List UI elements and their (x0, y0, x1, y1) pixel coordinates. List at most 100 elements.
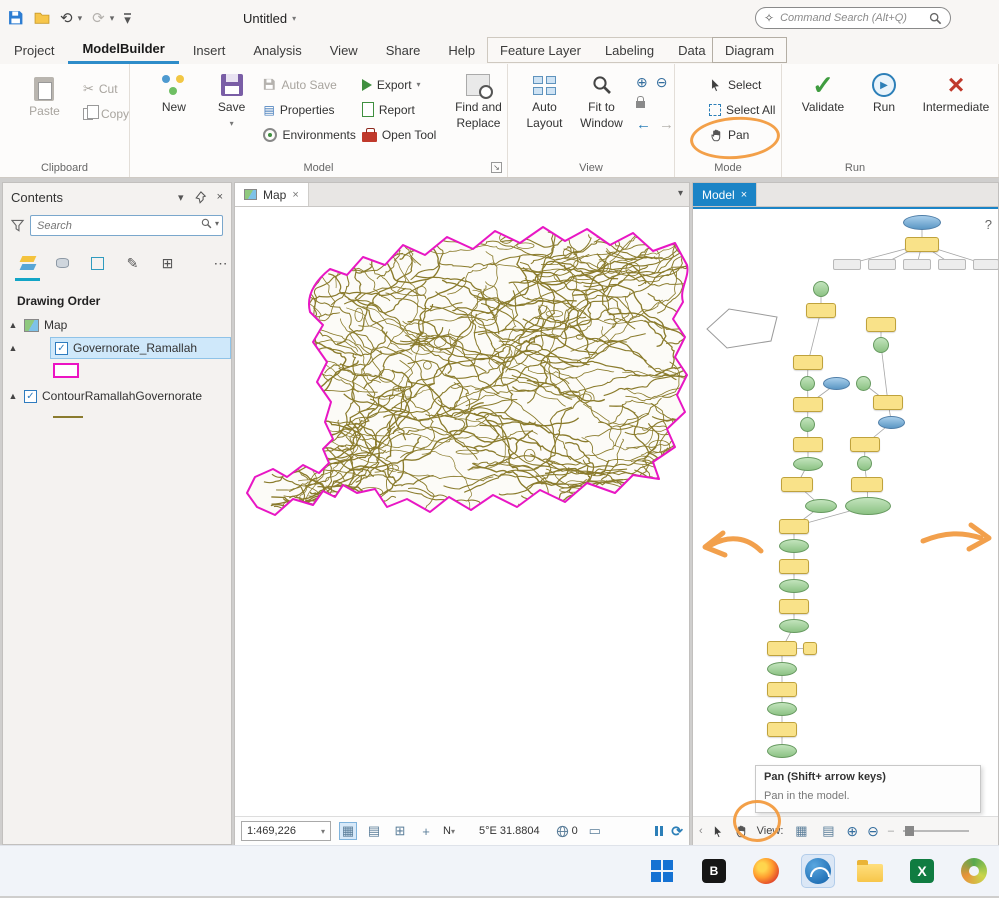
tab-labeling[interactable]: Labeling (593, 43, 666, 58)
contents-chevron-icon[interactable]: ▾ (178, 191, 184, 204)
copy-button[interactable]: Copy (82, 101, 129, 126)
tab-data[interactable]: Data (666, 43, 717, 58)
tab-analysis[interactable]: Analysis (239, 36, 315, 64)
model-node[interactable] (823, 377, 850, 390)
layer-checkbox-governorate[interactable]: ✓ (55, 341, 68, 355)
list-by-selection-icon[interactable] (87, 252, 108, 274)
undo-chevron-icon[interactable]: ▾ (78, 13, 83, 24)
scale-select[interactable]: 1:469,226 ▾ (241, 821, 331, 841)
properties-button[interactable]: ▤ Properties (263, 97, 355, 122)
model-node[interactable] (850, 437, 880, 452)
model-node[interactable] (866, 317, 896, 332)
export-chevron-icon[interactable]: ▾ (417, 80, 421, 89)
tab-feature-layer[interactable]: Feature Layer (488, 43, 593, 58)
model-node[interactable] (903, 215, 941, 230)
contents-close-icon[interactable]: × (217, 191, 223, 203)
map-tabbar-chevron-icon[interactable]: ▾ (678, 188, 683, 199)
model-report-view-icon[interactable]: ▦ (792, 822, 810, 840)
contents-search-input[interactable] (30, 215, 223, 236)
model-node[interactable] (800, 376, 815, 391)
model-node[interactable] (767, 702, 797, 716)
customize-quick-access-icon[interactable]: ▾ (124, 12, 131, 26)
model-node[interactable] (793, 437, 823, 452)
model-node[interactable] (806, 303, 836, 318)
model-zoom-slider[interactable] (902, 826, 969, 836)
model-node[interactable] (779, 599, 809, 614)
table-view-icon[interactable]: ▤ (365, 822, 383, 840)
tab-share[interactable]: Share (372, 36, 435, 64)
model-pan-hand-icon[interactable] (734, 824, 748, 838)
auto-save-button[interactable]: Auto Save (263, 72, 355, 97)
refresh-icon[interactable]: ⟳ (671, 823, 683, 840)
pause-drawing-icon[interactable] (655, 826, 664, 836)
model-node[interactable] (779, 619, 809, 633)
model-node[interactable] (903, 259, 931, 270)
paste-button[interactable]: Paste (16, 68, 73, 126)
map-group-expander-icon[interactable]: ▲ (7, 320, 19, 330)
model-canvas[interactable]: ? Pan (Shift+ arrow keys) Pan in the mod… (693, 207, 998, 816)
model-node[interactable] (779, 579, 809, 593)
file-explorer-icon[interactable] (853, 854, 887, 888)
zoom-slider-handle[interactable] (904, 826, 914, 836)
select-button[interactable]: Select (709, 72, 781, 97)
model-node[interactable] (800, 417, 815, 432)
layer-checkbox-contour[interactable]: ✓ (24, 389, 37, 403)
model-node[interactable] (781, 477, 813, 492)
model-dialog-launcher-icon[interactable]: ↘ (491, 162, 502, 173)
model-node[interactable] (856, 376, 871, 391)
model-node[interactable] (779, 519, 809, 534)
arcgis-pro-icon[interactable] (801, 854, 835, 888)
north-arrow[interactable]: N▾ (443, 825, 455, 837)
start-button[interactable] (645, 854, 679, 888)
model-list-view-icon[interactable]: ▤ (819, 822, 837, 840)
select-all-button[interactable]: Select All (709, 97, 781, 122)
model-node[interactable] (767, 744, 797, 758)
export-button[interactable]: Export ▾ (361, 72, 444, 97)
firefox-icon[interactable] (749, 854, 783, 888)
model-tab-close-icon[interactable]: × (741, 189, 747, 201)
list-by-drawing-order-icon[interactable] (15, 252, 40, 281)
map-tab-close-icon[interactable]: × (292, 189, 298, 201)
filter-icon[interactable] (11, 219, 25, 233)
model-zoom-in-icon[interactable]: ⊕ (846, 823, 858, 840)
model-node[interactable] (938, 259, 966, 270)
tab-view[interactable]: View (316, 36, 372, 64)
pan-button[interactable]: Pan (709, 122, 781, 147)
new-model-button[interactable]: New (148, 64, 200, 147)
pin-icon[interactable] (194, 190, 207, 204)
save-project-icon[interactable] (8, 10, 24, 26)
command-search-input[interactable] (780, 12, 924, 24)
model-node[interactable] (873, 337, 889, 353)
misc-app-icon[interactable] (957, 854, 991, 888)
tab-insert[interactable]: Insert (179, 36, 240, 64)
model-node[interactable] (973, 259, 998, 270)
tab-modelbuilder[interactable]: ModelBuilder (68, 36, 179, 64)
validate-button[interactable]: ✓ Validate (792, 64, 854, 114)
contour-symbol-swatch[interactable] (53, 416, 83, 418)
model-node[interactable] (767, 641, 797, 656)
tab-diagram[interactable]: Diagram (713, 43, 786, 58)
tab-help[interactable]: Help (434, 36, 489, 64)
command-search[interactable]: ✧ (755, 7, 951, 29)
contents-search-chevron-icon[interactable]: ▾ (215, 219, 219, 228)
layer-row-contour[interactable]: ▲ ✓ ContourRamallahGovernorate (3, 384, 231, 408)
open-project-icon[interactable] (34, 10, 50, 26)
model-node[interactable] (803, 642, 817, 655)
list-by-data-source-icon[interactable] (52, 252, 73, 274)
app-b-icon[interactable]: B (697, 854, 731, 888)
scroll-left-icon[interactable]: ‹ (699, 825, 703, 837)
zoom-in-icon[interactable]: ⊕ (636, 74, 648, 91)
cut-button[interactable]: ✂ Cut (83, 76, 129, 101)
intermediate-button[interactable]: × Intermediate (914, 64, 998, 114)
save-model-button[interactable]: Save ▾ (206, 64, 258, 147)
layer-row-governorate[interactable]: ▲ ✓ Governorate_Ramallah (3, 336, 231, 360)
snapping-icon[interactable]: ⊞ (391, 822, 409, 840)
list-by-labeling-icon[interactable]: ⊞ (157, 252, 178, 274)
model-node[interactable] (833, 259, 861, 270)
report-button[interactable]: Report (361, 97, 444, 122)
list-by-editing-icon[interactable]: ✎ (122, 252, 143, 274)
map-view-tab[interactable]: Map × (235, 183, 309, 206)
environments-button[interactable]: Environments (263, 122, 356, 147)
tab-project[interactable]: Project (0, 36, 68, 64)
grid-view-icon[interactable]: ▦ (339, 822, 357, 840)
